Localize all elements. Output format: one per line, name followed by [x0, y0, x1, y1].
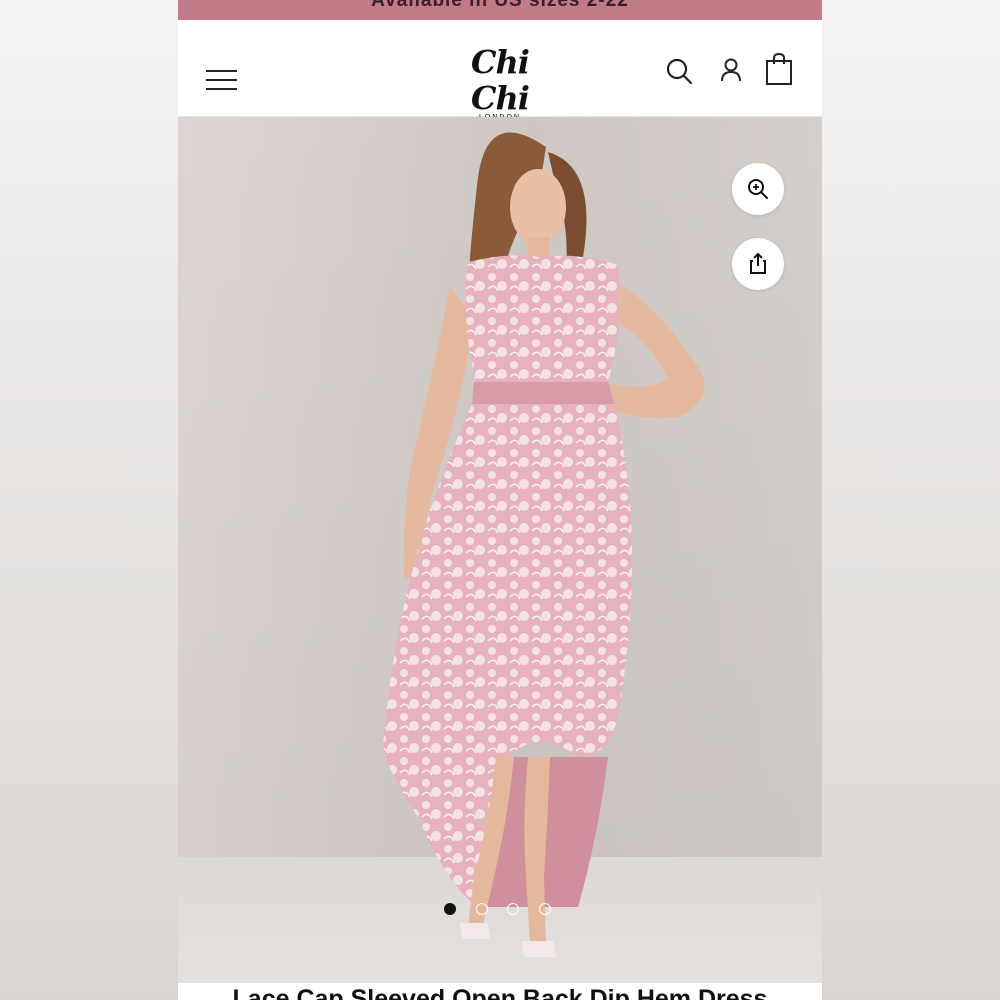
- zoom-icon: [748, 179, 768, 199]
- menu-icon-bar: [206, 88, 237, 90]
- gallery-dot-3[interactable]: [507, 903, 519, 915]
- menu-button[interactable]: [206, 68, 238, 92]
- logo-wordmark: Chi Chi: [471, 43, 530, 117]
- bag-icon: [766, 52, 792, 85]
- menu-icon: [206, 70, 237, 72]
- gallery-dot-2[interactable]: [476, 903, 488, 915]
- menu-icon-bar: [206, 79, 237, 81]
- product-title-text: Lace Cap Sleeved Open Back Dip Hem Dress: [232, 985, 768, 1000]
- gallery-dot-1[interactable]: [444, 903, 456, 915]
- promo-text: Available in US sizes 2-22: [371, 0, 629, 11]
- promo-banner: Available in US sizes 2-22: [178, 0, 822, 20]
- zoom-button[interactable]: [732, 163, 784, 215]
- gallery-pagination: [444, 903, 556, 917]
- app-frame: Available in US sizes 2-22 Chi Chi LONDO…: [178, 0, 822, 1000]
- search-icon: [666, 58, 693, 85]
- brand-logo[interactable]: Chi Chi LONDON: [438, 44, 562, 121]
- share-icon: [750, 252, 766, 274]
- gallery-dot-4[interactable]: [539, 903, 551, 915]
- site-header: Chi Chi LONDON: [178, 20, 822, 121]
- product-image-gallery[interactable]: [178, 117, 822, 983]
- product-title: Lace Cap Sleeved Open Back Dip Hem Dress: [178, 983, 822, 1000]
- share-button[interactable]: [732, 238, 784, 290]
- bag-button[interactable]: [764, 52, 794, 85]
- product-photo: [383, 132, 705, 957]
- account-icon: [721, 58, 741, 82]
- account-button[interactable]: [716, 56, 746, 86]
- search-button[interactable]: [664, 56, 694, 86]
